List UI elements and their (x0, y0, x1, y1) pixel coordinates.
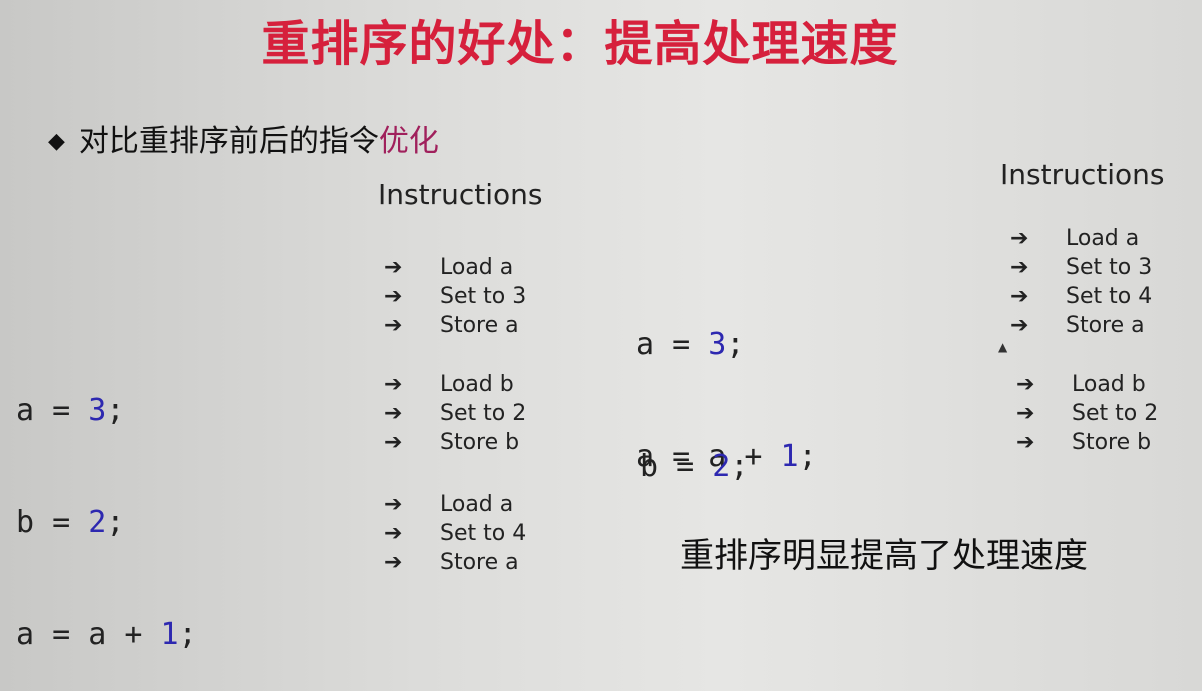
arrow-right-icon: ➔ (384, 492, 403, 517)
instruction-row: ➔ Store b (1016, 430, 1152, 455)
after-instructions-title: Instructions (1000, 158, 1165, 191)
arrow-right-icon: ➔ (384, 284, 403, 309)
diamond-bullet-icon: ◆ (48, 129, 65, 154)
instruction-row: ➔ Set to 2 (384, 401, 527, 426)
code-line: b = 2; (16, 505, 125, 540)
code-line: a = 3; (636, 327, 745, 362)
arrow-right-icon: ➔ (384, 401, 403, 426)
arrow-right-icon: ➔ (384, 372, 403, 397)
arrow-right-icon: ➔ (1010, 284, 1029, 309)
instruction-row: ➔ Load a (1010, 226, 1140, 251)
bullet-point: ◆ 对比重排序前后的指令优化 (48, 116, 439, 160)
mouse-pointer-icon: ▲ (998, 340, 1008, 354)
bullet-text: 对比重排序前后的指令 (78, 124, 379, 159)
arrow-right-icon: ➔ (384, 430, 403, 455)
after-code-block-2: b = 2; (640, 376, 748, 523)
instruction-row: ➔ Store a (1010, 313, 1145, 338)
arrow-right-icon: ➔ (1010, 313, 1029, 338)
instruction-row: ➔ Load b (384, 372, 514, 397)
after-instruction-group-1: ➔ Load a ➔ Set to 3 ➔ Set to 4 ➔ Store a (1010, 224, 1152, 340)
instruction-row: ➔ Set to 4 (384, 521, 527, 546)
instruction-row: ➔ Set to 2 (1016, 401, 1159, 426)
arrow-right-icon: ➔ (1016, 372, 1035, 397)
arrow-right-icon: ➔ (1010, 226, 1029, 251)
before-instruction-group-2: ➔ Load b ➔ Set to 2 ➔ Store b (384, 370, 526, 457)
instruction-row: ➔ Load b (1016, 372, 1146, 397)
slide-title: 重排序的好处：提高处理速度 (261, 16, 899, 72)
instruction-row: ➔ Set to 4 (1010, 284, 1153, 309)
arrow-right-icon: ➔ (1016, 401, 1035, 426)
arrow-right-icon: ➔ (384, 313, 403, 338)
before-instruction-group-3: ➔ Load a ➔ Set to 4 ➔ Store a (384, 490, 526, 577)
code-line: a = a + 1; (16, 617, 197, 652)
instruction-row: ➔ Load a (384, 492, 514, 517)
arrow-right-icon: ➔ (1016, 430, 1035, 455)
code-line: b = 2; (640, 449, 749, 484)
before-instructions-title: Instructions (378, 178, 543, 211)
instruction-row: ➔ Store a (384, 313, 519, 338)
arrow-right-icon: ➔ (384, 550, 403, 575)
instruction-row: ➔ Store b (384, 430, 520, 455)
instruction-row: ➔ Load a (384, 255, 514, 280)
instruction-row: ➔ Store a (384, 550, 519, 575)
arrow-right-icon: ➔ (384, 255, 403, 280)
bullet-highlight: 优化 (378, 124, 439, 159)
code-line: a = 3; (16, 393, 125, 428)
instruction-row: ➔ Set to 3 (1010, 255, 1153, 280)
arrow-right-icon: ➔ (1010, 255, 1029, 280)
conclusion-text: 重排序明显提高了处理速度 (680, 536, 1088, 576)
instruction-row: ➔ Set to 3 (384, 284, 527, 309)
after-instruction-group-2: ➔ Load b ➔ Set to 2 ➔ Store b (1016, 370, 1158, 457)
arrow-right-icon: ➔ (384, 521, 403, 546)
before-instruction-group-1: ➔ Load a ➔ Set to 3 ➔ Store a (384, 253, 526, 340)
before-code-block: a = 3; b = 2; a = a + 1; (16, 320, 197, 691)
